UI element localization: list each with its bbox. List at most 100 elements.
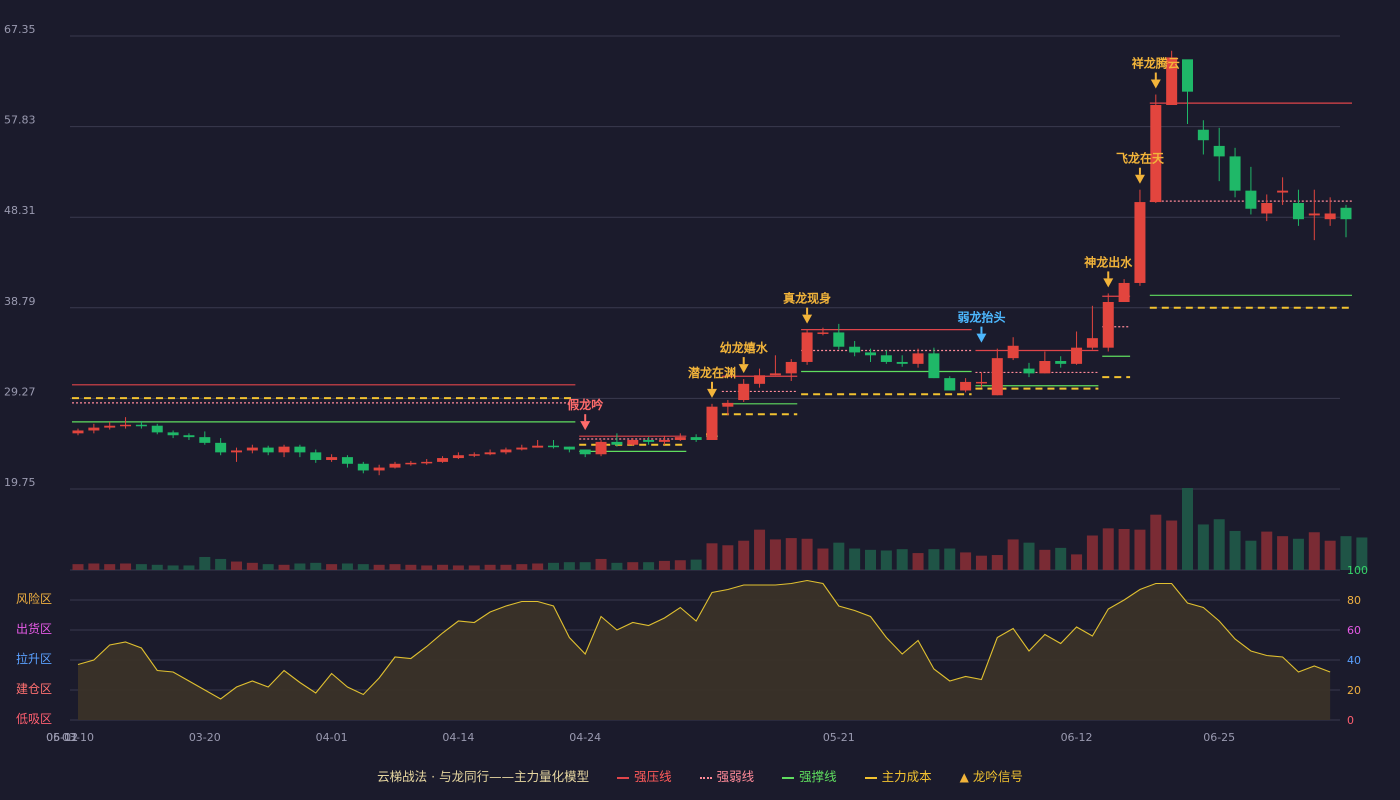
volume-bar: [960, 552, 972, 570]
signal-label: 祥龙腾云: [1132, 56, 1180, 71]
signal-label: 真龙现身: [783, 291, 831, 306]
volume-bar: [754, 529, 766, 570]
volume-bar: [167, 565, 179, 570]
volume-bar: [341, 563, 353, 570]
candle-body: [246, 447, 258, 451]
candle-body: [1071, 347, 1083, 364]
legend-item-main-cost[interactable]: 主力成本: [864, 766, 932, 785]
candle-body: [104, 425, 116, 428]
volume-bar: [595, 558, 607, 570]
candle-body: [1134, 202, 1146, 283]
candle-body: [849, 346, 861, 353]
legend-item-support[interactable]: 强撑线: [782, 766, 837, 785]
volume-bar: [326, 564, 338, 570]
legend-item-dragon-signal[interactable]: ▲ 龙吟信号: [960, 766, 1023, 785]
candle-body: [215, 442, 227, 453]
signal-arrow-icon: [738, 364, 749, 374]
volume-bar: [231, 561, 242, 570]
volume-bar: [563, 562, 575, 570]
candle-body: [389, 463, 401, 468]
candle-body: [1308, 213, 1320, 216]
volume-bar: [500, 564, 512, 570]
oscillator-tick-label: 20: [1347, 684, 1361, 697]
legend-item-strength[interactable]: 强弱线: [699, 766, 755, 785]
candle-body: [1007, 345, 1019, 359]
oscillator-area: [78, 580, 1331, 720]
candle-body: [1340, 207, 1352, 220]
volume-bar: [532, 563, 544, 570]
candle-body: [231, 450, 242, 453]
candle-body: [1023, 368, 1035, 374]
volume-bar: [722, 545, 734, 570]
candle-body: [484, 452, 496, 455]
candle-body: [1213, 145, 1225, 157]
price-tick-label: 48.31: [4, 204, 36, 217]
signal-label: 幼龙嬉水: [720, 340, 769, 355]
zone-label: 风险区: [16, 591, 52, 606]
volume-bar: [1166, 520, 1178, 570]
signal-arrow-icon: [802, 314, 813, 324]
candle-body: [1102, 301, 1114, 348]
volume-bar: [72, 564, 84, 570]
volume-bar: [833, 542, 845, 570]
legend-swatch-icon: [864, 776, 877, 779]
legend-item-strong-pressure[interactable]: 强压线: [617, 766, 672, 785]
volume-bar: [468, 565, 480, 570]
date-tick-label: 04-01: [316, 731, 348, 744]
volume-bar: [151, 564, 163, 570]
signal-label: 弱龙抬头: [957, 310, 1005, 325]
candle-body: [627, 439, 639, 445]
date-tick-label: 04-24: [569, 731, 601, 744]
price-tick-label: 29.27: [4, 385, 36, 398]
oscillator-tick-label: 40: [1347, 654, 1361, 667]
candle-body: [357, 463, 369, 471]
oscillator-tick-label: 100: [1347, 564, 1368, 577]
volume-bar: [1245, 540, 1257, 570]
candle-body: [1245, 190, 1257, 209]
candle-body: [167, 432, 179, 436]
candle-body: [548, 445, 559, 448]
volume-bar: [183, 565, 195, 570]
candle-body: [135, 424, 147, 427]
candle-body: [1086, 338, 1098, 348]
candle-body: [912, 353, 924, 364]
candle-body: [674, 437, 686, 440]
volume-bar: [120, 563, 132, 570]
candle-body: [421, 461, 433, 464]
volume-bar: [135, 564, 147, 570]
signal-arrow-icon: [1103, 278, 1114, 288]
volume-bar: [706, 543, 718, 570]
zone-label: 低吸区: [16, 712, 52, 726]
volume-bar: [912, 553, 924, 570]
candle-body: [183, 435, 195, 438]
candle-body: [960, 381, 972, 391]
volume-bar: [1261, 531, 1273, 570]
volume-bar: [880, 550, 892, 570]
legend-swatch-icon: [699, 776, 712, 779]
candle-body: [1197, 129, 1209, 141]
volume-bar: [674, 560, 686, 570]
volume-bar: [991, 555, 1003, 570]
volume-bar: [88, 563, 100, 570]
legend-label: 强弱线: [716, 769, 755, 784]
candle-body: [595, 441, 607, 455]
volume-bar: [896, 549, 908, 570]
candle-body: [278, 446, 290, 453]
volume-bar: [1055, 547, 1067, 570]
volume-bar: [452, 565, 464, 570]
volume-bar: [738, 540, 750, 570]
volume-bar: [215, 558, 227, 570]
candle-body: [1277, 190, 1289, 193]
volume-bar: [817, 548, 829, 570]
candle-body: [373, 467, 385, 471]
volume-bar: [627, 562, 639, 570]
volume-bar: [1150, 514, 1162, 570]
volume-bar: [310, 562, 322, 570]
candle-body: [944, 378, 956, 391]
date-tick-label: 05-21: [823, 731, 855, 744]
date-tick-label: 06-12: [1061, 731, 1093, 744]
oscillator-tick-label: 0: [1347, 714, 1354, 727]
signal-arrow-icon: [1150, 79, 1161, 89]
volume-bar: [975, 555, 987, 570]
volume-bar: [1071, 554, 1083, 570]
